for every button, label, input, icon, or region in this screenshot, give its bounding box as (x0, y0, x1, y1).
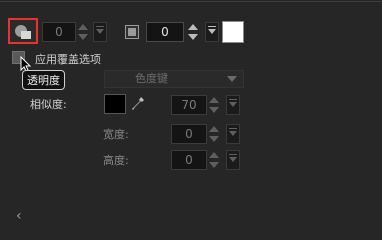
opacity-increment-button[interactable] (77, 22, 89, 32)
width-label: 宽度: (103, 128, 129, 141)
border-icon[interactable] (125, 25, 139, 39)
color-key-dropdown[interactable]: 色度键 (104, 70, 244, 88)
border-size-input[interactable]: 0 (146, 22, 184, 42)
similarity-preset-menu-button[interactable] (226, 95, 240, 115)
similarity-increment-button[interactable] (208, 95, 220, 105)
opacity-preset-menu-button[interactable] (93, 22, 107, 42)
similarity-input[interactable]: 70 (171, 95, 207, 115)
width-decrement-button[interactable] (208, 134, 220, 144)
opacity-tooltip: 透明度 (22, 70, 65, 90)
border-increment-button[interactable] (187, 22, 199, 32)
height-decrement-button[interactable] (208, 160, 220, 170)
height-label: 高度: (103, 154, 129, 167)
eyedropper-icon[interactable] (131, 96, 145, 112)
height-input[interactable]: 0 (171, 150, 207, 170)
border-decrement-button[interactable] (187, 32, 199, 42)
opacity-icon (15, 25, 31, 39)
border-preset-menu-button[interactable] (205, 22, 219, 42)
color-key-dropdown-label: 色度键 (135, 72, 168, 85)
chevron-down-icon (227, 76, 237, 82)
height-preset-menu-button[interactable] (226, 150, 240, 170)
height-increment-button[interactable] (208, 150, 220, 160)
collapse-panel-icon[interactable]: ‹ (16, 208, 22, 224)
width-input[interactable]: 0 (171, 124, 207, 144)
opacity-value-input[interactable]: 0 (42, 22, 76, 42)
similarity-label: 相似度: (30, 98, 67, 111)
border-color-swatch[interactable] (222, 21, 244, 43)
top-divider (0, 1, 382, 2)
opacity-decrement-button[interactable] (77, 32, 89, 42)
similarity-decrement-button[interactable] (208, 105, 220, 115)
width-increment-button[interactable] (208, 124, 220, 134)
key-color-swatch[interactable] (104, 94, 126, 114)
opacity-button[interactable] (8, 18, 38, 44)
apply-overlay-label: 应用覆盖选项 (35, 53, 101, 66)
width-preset-menu-button[interactable] (226, 124, 240, 144)
